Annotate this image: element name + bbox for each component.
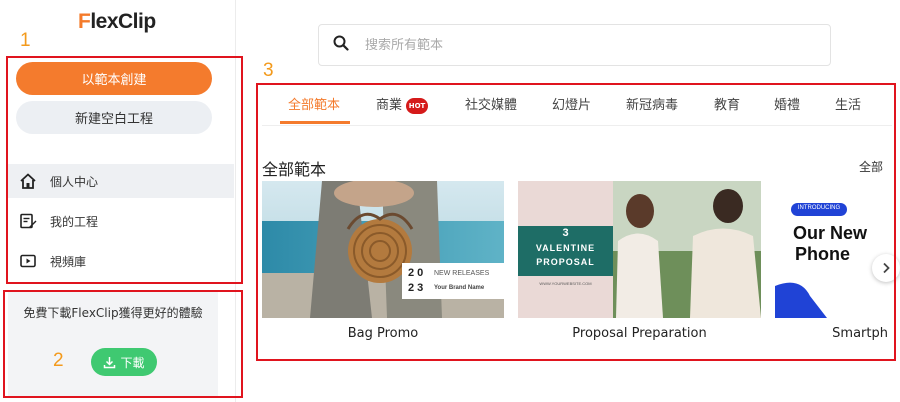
search-icon[interactable] [333,35,349,55]
flexclip-logo[interactable]: FlexClip [78,10,156,34]
annotation-box-1 [6,56,243,284]
annotation-box-2 [3,290,243,398]
annotation-number-3: 3 [263,60,274,81]
search-bar[interactable] [318,24,831,66]
logo-rest: lexClip [90,10,156,33]
annotation-number-2: 2 [53,350,64,371]
app-root: FlexClip 以範本創建 新建空白工程 個人中心 我的工程 視頻庫 免費下載… [0,0,900,402]
search-input[interactable] [365,37,785,53]
annotation-box-3 [256,83,896,361]
logo-initial: F [78,10,91,33]
annotation-number-1: 1 [20,30,31,51]
